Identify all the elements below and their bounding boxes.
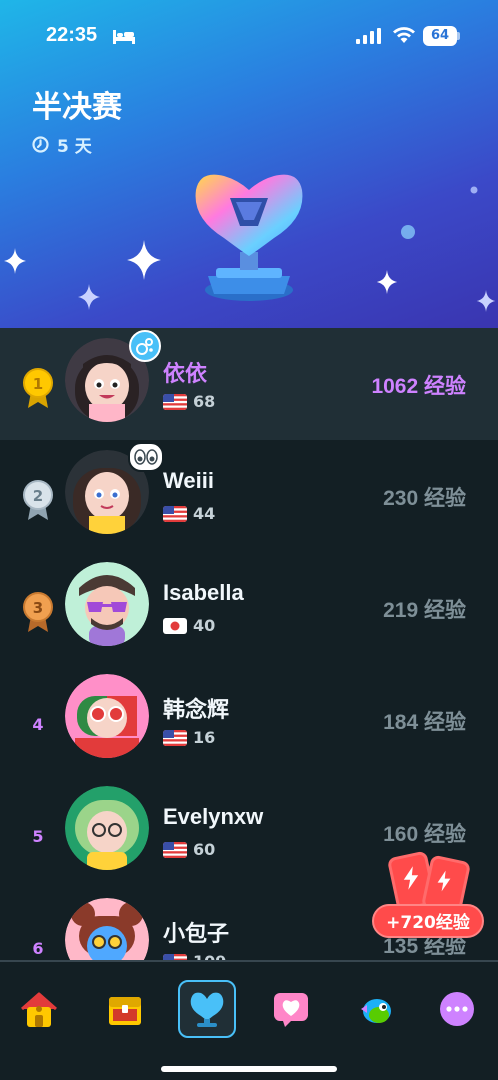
user-name: 小包子 <box>163 921 230 946</box>
svg-text:3: 3 <box>33 599 43 617</box>
bubble-badge-icon <box>129 330 161 362</box>
sleep-focus-icon <box>113 30 135 44</box>
home-indicator[interactable] <box>161 1066 337 1072</box>
user-meta: 60 <box>163 840 215 859</box>
avatar[interactable] <box>65 898 149 960</box>
bottom-navigation <box>0 960 498 1080</box>
xp-value: 1062 经验 <box>371 375 466 398</box>
streak-count: 109 <box>193 952 226 960</box>
nav-home[interactable] <box>10 980 68 1038</box>
leaderboard-row[interactable]: 4 韩念辉 16 184 经验 <box>0 664 498 776</box>
league-timer: 5 天 <box>32 132 92 157</box>
lightning-icon <box>437 870 451 892</box>
league-header: 22:35 64 半决赛 5 天 <box>0 0 498 328</box>
streak-count: 44 <box>193 504 216 523</box>
bronze-medal-icon: 3 <box>23 592 53 632</box>
battery-indicator: 64 <box>423 26 457 46</box>
us-flag-icon <box>163 841 187 858</box>
user-name: Isabella <box>163 580 244 605</box>
leaderboard-row[interactable]: 3 Isabella 40 219 经验 <box>0 552 498 664</box>
home-icon <box>21 992 57 1027</box>
dot-decoration <box>401 225 415 239</box>
gold-medal-icon: 1 <box>23 368 53 408</box>
sparkle-icon <box>127 240 161 280</box>
league-title: 半决赛 <box>32 90 122 125</box>
user-meta: 109 <box>163 952 226 960</box>
xp-value: 160 经验 <box>383 823 466 846</box>
clock-icon <box>32 136 49 153</box>
status-bar: 22:35 64 <box>0 22 498 52</box>
sparkle-icon <box>376 270 398 294</box>
sparkle-icon <box>476 290 496 312</box>
svg-text:2: 2 <box>33 487 43 505</box>
user-meta: 40 <box>163 616 215 635</box>
streak-count: 60 <box>193 840 216 859</box>
user-meta: 16 <box>163 728 215 747</box>
streak-count: 16 <box>193 728 216 747</box>
nav-leaderboard[interactable] <box>178 980 236 1038</box>
sparkle-icon <box>4 248 26 274</box>
bird-icon <box>361 999 391 1023</box>
us-flag-icon <box>163 393 187 410</box>
sparkle-icon <box>78 284 100 310</box>
user-name: Weiii <box>163 468 214 493</box>
xp-value: 184 经验 <box>383 711 466 734</box>
more-icon <box>440 992 474 1026</box>
avatar[interactable] <box>65 786 149 870</box>
avatar[interactable] <box>65 562 149 646</box>
nav-hearts[interactable] <box>262 980 320 1038</box>
streak-count: 40 <box>193 616 216 635</box>
user-name: Evelynxw <box>163 804 264 829</box>
leaderboard-trophy-icon <box>190 992 224 1027</box>
avatar[interactable] <box>65 674 149 758</box>
user-meta: 68 <box>163 392 215 411</box>
rank-number: 6 <box>32 938 44 958</box>
streak-count: 68 <box>193 392 216 411</box>
cellular-signal-icon <box>356 28 381 44</box>
silver-medal-icon: 2 <box>23 480 53 520</box>
nav-more[interactable] <box>428 980 486 1038</box>
league-timer-text: 5 天 <box>57 137 92 157</box>
status-time: 22:35 <box>46 24 98 46</box>
rank-number: 5 <box>32 826 44 846</box>
xp-boost-badge[interactable]: +720经验 <box>372 848 486 940</box>
user-name: 韩念辉 <box>163 697 230 722</box>
league-trophy-icon <box>195 174 303 301</box>
user-meta: 44 <box>163 504 215 523</box>
xp-value: 219 经验 <box>383 599 466 622</box>
dot-decoration <box>470 186 478 194</box>
us-flag-icon <box>163 505 187 522</box>
eyes-badge-icon <box>128 442 164 472</box>
nav-chest[interactable] <box>96 980 154 1038</box>
us-flag-icon <box>163 729 187 746</box>
xp-boost-label: +720经验 <box>372 904 484 938</box>
user-name: 依依 <box>163 361 208 386</box>
leaderboard-row[interactable]: 2 Weiii 44 230 经验 <box>0 440 498 552</box>
japan-flag-icon <box>163 617 187 634</box>
heart-icon <box>274 993 308 1027</box>
wifi-icon <box>393 27 415 43</box>
treasure-chest-icon <box>109 997 141 1025</box>
lightning-icon <box>403 866 419 890</box>
rank-number: 4 <box>32 714 44 734</box>
nav-characters[interactable] <box>346 980 404 1038</box>
svg-text:1: 1 <box>33 375 43 393</box>
xp-value: 230 经验 <box>383 487 466 510</box>
leaderboard-row[interactable]: 1 依依 68 1062 经验 <box>0 328 498 440</box>
battery-tip <box>457 32 460 40</box>
